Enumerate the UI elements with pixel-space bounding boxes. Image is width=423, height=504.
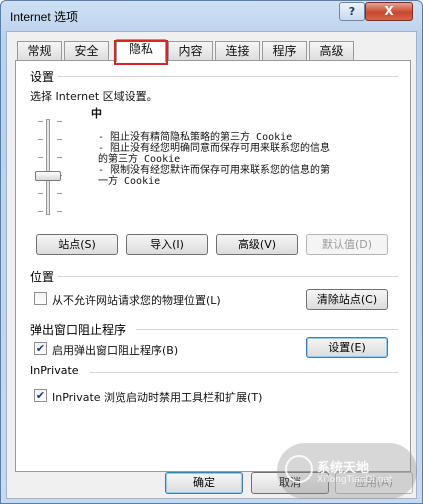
slider-tick <box>57 121 62 122</box>
clear-sites-button[interactable]: 清除站点(C) <box>306 289 388 310</box>
tab-privacy[interactable]: 隐私 <box>116 39 166 62</box>
title-bar[interactable]: Internet 选项 ? X <box>1 1 422 31</box>
import-button[interactable]: 导入(I) <box>126 234 208 255</box>
checkmark-icon: ✔ <box>35 389 46 402</box>
slider-tick <box>38 139 43 140</box>
window-title: Internet 选项 <box>10 10 79 24</box>
help-button[interactable]: ? <box>339 2 365 21</box>
sites-button[interactable]: 站点(S) <box>36 234 118 255</box>
ok-button[interactable]: 确定 <box>165 472 243 494</box>
inprivate-heading: InPrivate <box>30 364 79 377</box>
internet-options-window: Internet 选项 ? X 常规 安全 隐私 内容 连接 程序 高级 设置 … <box>0 0 423 504</box>
tab-general[interactable]: 常规 <box>17 41 62 61</box>
settings-instruction: 选择 Internet 区域设置。 <box>30 90 158 103</box>
default-button[interactable]: 默认值(D) <box>306 234 388 255</box>
tab-content[interactable]: 内容 <box>168 41 213 61</box>
popup-divider <box>136 329 398 330</box>
slider-thumb[interactable] <box>35 171 61 181</box>
checkmark-icon: ✔ <box>35 342 46 355</box>
privacy-panel: 设置 选择 Internet 区域设置。 中 - 阻止没有精简隐私策略的第三方 … <box>15 60 411 472</box>
popup-checkbox-label[interactable]: 启用弹出窗口阻止程序(B) <box>52 342 178 358</box>
location-checkbox[interactable] <box>34 292 47 305</box>
privacy-desc-line: 的第三方 Cookie <box>98 154 181 165</box>
close-icon: X <box>384 4 394 18</box>
popup-checkbox[interactable]: ✔ <box>34 342 47 355</box>
location-checkbox-label[interactable]: 从不允许网站请求您的物理位置(L) <box>52 292 221 308</box>
tab-advanced[interactable]: 高级 <box>309 41 354 61</box>
settings-divider <box>58 76 398 77</box>
slider-tick <box>57 211 62 212</box>
dialog-body: 常规 安全 隐私 内容 连接 程序 高级 设置 选择 Internet 区域设置… <box>6 31 417 499</box>
help-icon: ? <box>348 5 356 18</box>
inprivate-checkbox[interactable]: ✔ <box>34 389 47 402</box>
privacy-desc-line: - 阻止没有经您明确同意而保存可用来联系您的信息 <box>98 143 331 154</box>
watermark-logo-icon <box>285 455 313 483</box>
privacy-desc-line: - 阻止没有精简隐私策略的第三方 Cookie <box>98 132 293 143</box>
popup-heading: 弹出窗口阻止程序 <box>30 323 127 337</box>
location-heading: 位置 <box>30 270 55 284</box>
location-divider <box>58 276 398 277</box>
slider-tick <box>38 211 43 212</box>
watermark: 系统天地 XiTongTianDi.net <box>277 443 417 499</box>
tab-programs[interactable]: 程序 <box>262 41 307 61</box>
slider-tick <box>57 139 62 140</box>
tab-connections[interactable]: 连接 <box>215 41 260 61</box>
advanced-button[interactable]: 高级(V) <box>216 234 298 255</box>
privacy-desc-line: 一方 Cookie <box>98 176 161 187</box>
popup-settings-button[interactable]: 设置(E) <box>306 337 388 358</box>
slider-tick <box>38 193 43 194</box>
inprivate-divider <box>90 372 398 373</box>
slider-tick <box>57 193 62 194</box>
slider-tick <box>57 157 62 158</box>
privacy-desc-line: - 限制没有经您默许而保存可用来联系您的信息的第 <box>98 165 331 176</box>
privacy-level-label: 中 <box>91 107 102 120</box>
inprivate-checkbox-label[interactable]: InPrivate 浏览启动时禁用工具栏和扩展(T) <box>52 389 262 405</box>
tab-security[interactable]: 安全 <box>64 41 109 61</box>
slider-tick <box>38 157 43 158</box>
slider-tick <box>38 121 43 122</box>
watermark-subtext: XiTongTianDi.net <box>317 475 393 485</box>
close-button[interactable]: X <box>365 2 413 21</box>
settings-heading: 设置 <box>30 70 55 84</box>
slider-track[interactable] <box>46 119 50 215</box>
watermark-text: 系统天地 <box>317 461 370 476</box>
